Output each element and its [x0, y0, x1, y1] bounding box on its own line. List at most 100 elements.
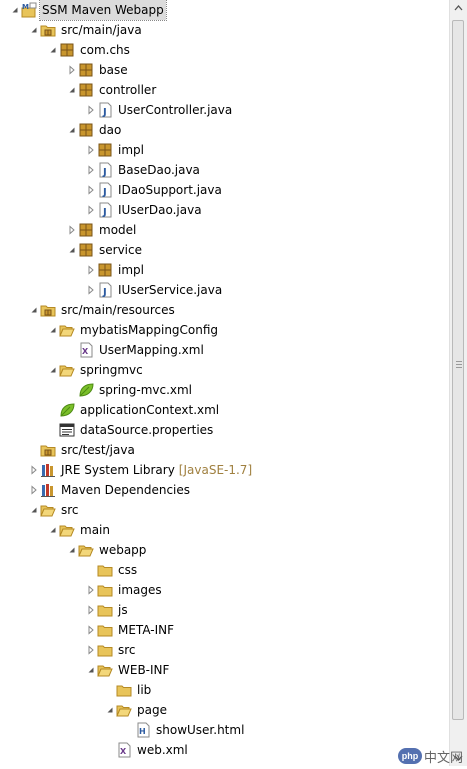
collapsed-arrow-icon[interactable] [85, 600, 97, 620]
tree-item-project-root[interactable]: M SSM Maven Webapp [0, 0, 450, 21]
tree-item-src-main-java[interactable]: src/main/java [0, 20, 450, 40]
tree-item-folder-webapp[interactable]: webapp [0, 540, 450, 560]
collapsed-arrow-icon[interactable] [85, 200, 97, 220]
tree-item-pkg-service-impl[interactable]: impl [0, 260, 450, 280]
collapsed-arrow-icon[interactable] [85, 100, 97, 120]
tree-item-src-main-resources[interactable]: src/main/resources [0, 300, 450, 320]
tree-item-lib-maven[interactable]: Maven Dependencies [0, 480, 450, 500]
tree-item-folder-src[interactable]: src [0, 500, 450, 520]
tree-item-pkg-service[interactable]: service [0, 240, 450, 260]
expanded-arrow-icon[interactable] [9, 0, 21, 20]
folder-open-icon [59, 362, 75, 378]
tree-item-label: dataSource.properties [80, 423, 214, 437]
tree-item-label: base [99, 63, 128, 77]
expanded-arrow-icon[interactable] [85, 660, 97, 680]
package-icon [78, 122, 94, 138]
expanded-arrow-icon[interactable] [47, 40, 59, 60]
collapsed-arrow-icon[interactable] [85, 640, 97, 660]
expanded-arrow-icon[interactable] [66, 540, 78, 560]
tree-item-lib-jre[interactable]: JRE System Library [JavaSE-1.7] [0, 460, 450, 480]
tree-item-pkg-dao-impl[interactable]: impl [0, 140, 450, 160]
collapsed-arrow-icon[interactable] [66, 220, 78, 240]
tree-item-file-webxml[interactable]: Xweb.xml [0, 740, 450, 760]
expanded-arrow-icon[interactable] [47, 320, 59, 340]
tree-item-label: src/main/resources [61, 303, 175, 317]
vertical-scrollbar[interactable] [449, 0, 467, 766]
expanded-arrow-icon[interactable] [28, 300, 40, 320]
java-file-icon: J [97, 102, 113, 118]
tree-item-folder-page[interactable]: page [0, 700, 450, 720]
svg-text:J: J [102, 287, 107, 298]
expanded-arrow-icon[interactable] [47, 360, 59, 380]
collapsed-arrow-icon[interactable] [28, 480, 40, 500]
tree-item-label: UserMapping.xml [99, 343, 204, 357]
collapsed-arrow-icon[interactable] [85, 260, 97, 280]
collapsed-arrow-icon[interactable] [66, 60, 78, 80]
tree-item-folder-main[interactable]: main [0, 520, 450, 540]
tree-item-pkg-controller[interactable]: controller [0, 80, 450, 100]
tree-item-file-appcontext[interactable]: applicationContext.xml [0, 400, 450, 420]
tree-item-folder-web-inf[interactable]: WEB-INF [0, 660, 450, 680]
tree-item-label: src [118, 643, 136, 657]
collapsed-arrow-icon[interactable] [85, 580, 97, 600]
tree-item-file-iuserservice[interactable]: J IUserService.java [0, 280, 450, 300]
tree-item-label: web.xml [137, 743, 188, 757]
tree-item-folder-images[interactable]: images [0, 580, 450, 600]
package-icon [97, 142, 113, 158]
folder-open-icon [59, 322, 75, 338]
tree-item-folder-springmvc[interactable]: springmvc [0, 360, 450, 380]
source-folder-icon [40, 302, 56, 318]
tree-item-file-idaosupport[interactable]: J IDaoSupport.java [0, 180, 450, 200]
html-file-icon: H [135, 722, 151, 738]
tree-item-folder-css[interactable]: css [0, 560, 450, 580]
tree-item-src-test-java[interactable]: src/test/java [0, 440, 450, 460]
folder-icon [97, 562, 113, 578]
collapsed-arrow-icon[interactable] [85, 160, 97, 180]
project-explorer-tree[interactable]: M SSM Maven Webapp src/main/java com.chs bas… [0, 0, 450, 766]
spring-leaf-icon [59, 402, 75, 418]
expanded-arrow-icon[interactable] [28, 20, 40, 40]
tree-item-label: src [61, 503, 79, 517]
tree-item-label: spring-mvc.xml [99, 383, 193, 397]
package-icon [78, 62, 94, 78]
source-folder-icon [40, 442, 56, 458]
tree-item-pkg-model[interactable]: model [0, 220, 450, 240]
collapsed-arrow-icon[interactable] [85, 280, 97, 300]
package-icon [78, 82, 94, 98]
expanded-arrow-icon[interactable] [66, 240, 78, 260]
folder-open-icon [116, 702, 132, 718]
expanded-arrow-icon[interactable] [28, 500, 40, 520]
scroll-up-arrow[interactable] [450, 0, 467, 17]
tree-item-label: IDaoSupport.java [118, 183, 222, 197]
tree-item-file-datasource[interactable]: dataSource.properties [0, 420, 450, 440]
expanded-arrow-icon[interactable] [66, 120, 78, 140]
collapsed-arrow-icon[interactable] [85, 180, 97, 200]
project-icon: M [21, 2, 37, 18]
tree-item-label: js [118, 603, 128, 617]
tree-item-folder-mybatis[interactable]: mybatisMappingConfig [0, 320, 450, 340]
tree-item-folder-webapp-src[interactable]: src [0, 640, 450, 660]
library-icon [40, 462, 56, 478]
tree-item-file-basedao[interactable]: J BaseDao.java [0, 160, 450, 180]
tree-item-pkg-base[interactable]: base [0, 60, 450, 80]
tree-item-folder-meta-inf[interactable]: META-INF [0, 620, 450, 640]
tree-item-pkg-dao[interactable]: dao [0, 120, 450, 140]
scrollbar-thumb[interactable] [452, 20, 464, 720]
folder-open-icon [78, 542, 94, 558]
tree-item-file-iuserdao[interactable]: J IUserDao.java [0, 200, 450, 220]
tree-item-pkg-com-chs[interactable]: com.chs [0, 40, 450, 60]
collapsed-arrow-icon[interactable] [85, 620, 97, 640]
tree-item-file-spring-mvc[interactable]: spring-mvc.xml [0, 380, 450, 400]
tree-item-file-showuser[interactable]: HshowUser.html [0, 720, 450, 740]
tree-item-file-usercontroller[interactable]: J UserController.java [0, 100, 450, 120]
expanded-arrow-icon[interactable] [47, 520, 59, 540]
collapsed-arrow-icon[interactable] [85, 140, 97, 160]
tree-item-folder-lib[interactable]: lib [0, 680, 450, 700]
tree-item-label: dao [99, 123, 122, 137]
expanded-arrow-icon[interactable] [104, 700, 116, 720]
tree-item-folder-js[interactable]: js [0, 600, 450, 620]
collapsed-arrow-icon[interactable] [28, 460, 40, 480]
expanded-arrow-icon[interactable] [66, 80, 78, 100]
tree-item-file-usermapping[interactable]: X UserMapping.xml [0, 340, 450, 360]
svg-text:J: J [102, 107, 107, 118]
